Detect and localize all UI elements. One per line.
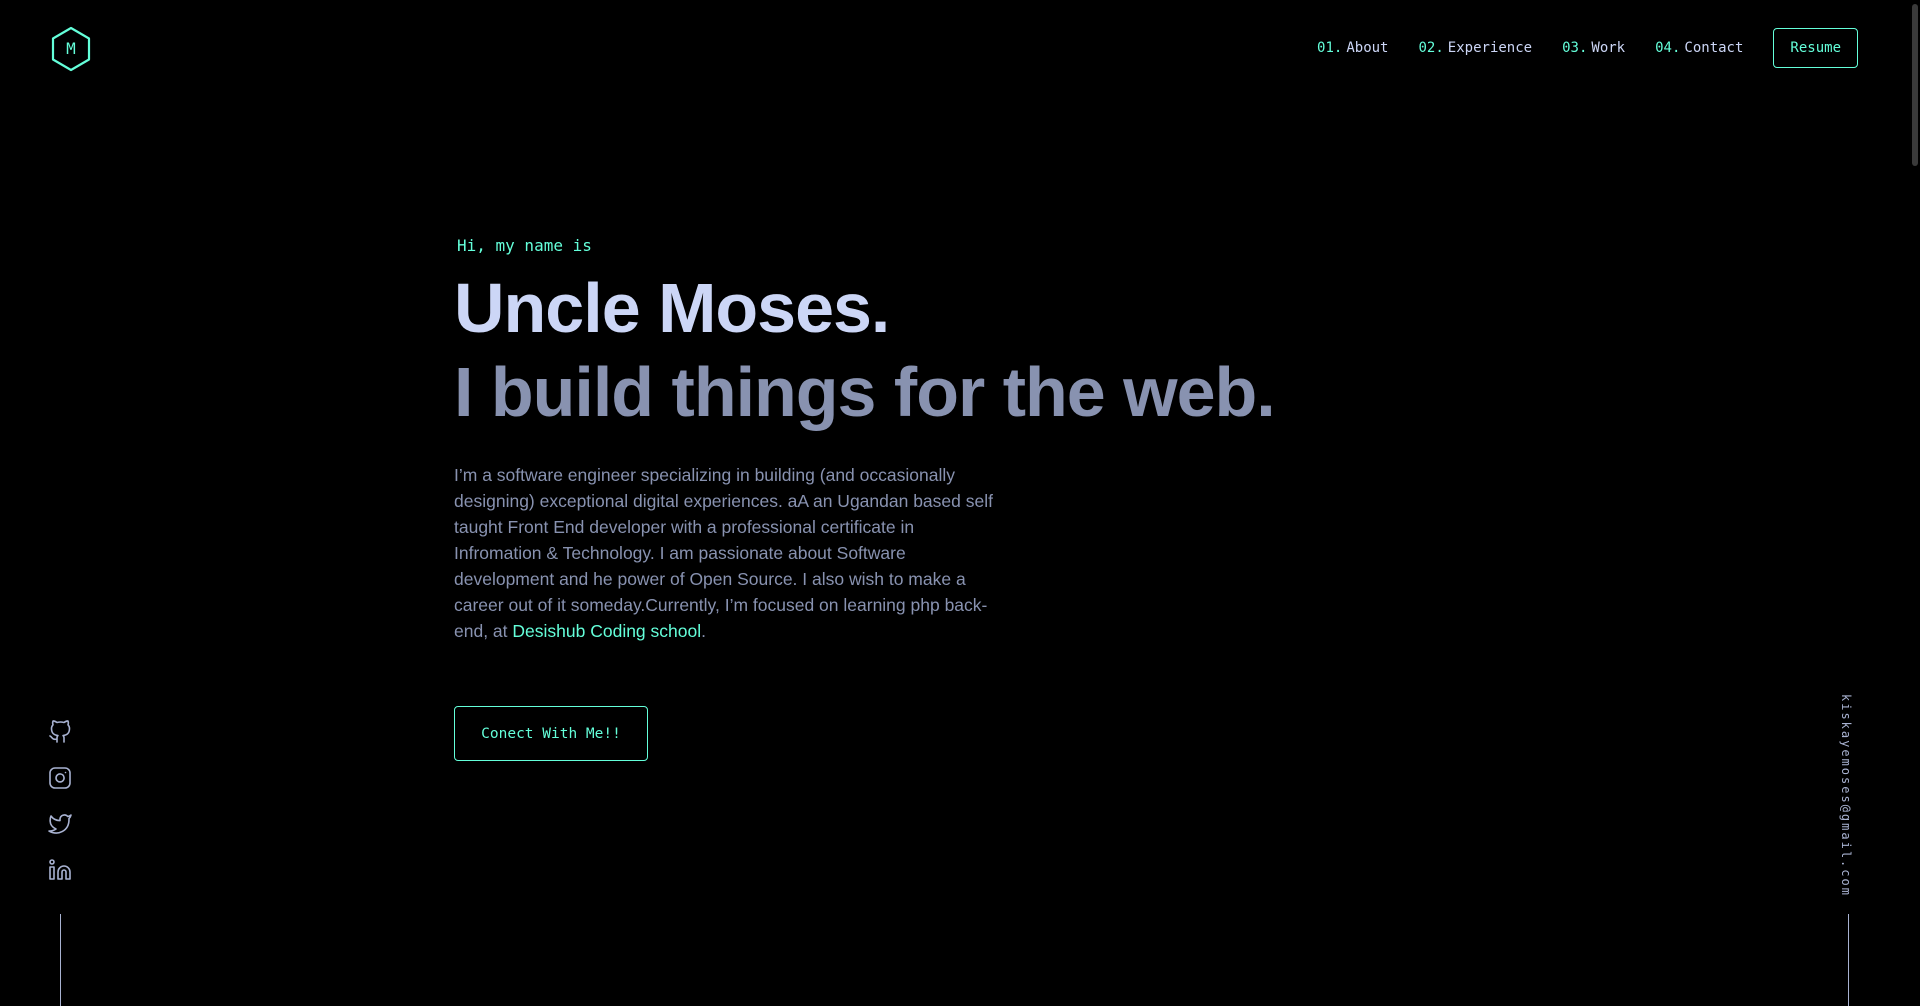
hero-tagline: I build things for the web. xyxy=(454,353,1276,431)
connect-button[interactable]: Conect With Me!! xyxy=(454,706,648,761)
scrollbar-thumb[interactable] xyxy=(1912,4,1918,166)
nav-item-number: 04. xyxy=(1655,40,1681,56)
hero-name: Uncle Moses. xyxy=(454,269,890,347)
nav-item-number: 01. xyxy=(1317,40,1343,56)
scrollbar-track[interactable] xyxy=(1910,0,1920,1006)
left-vertical-line xyxy=(60,914,61,1006)
nav-item-experience[interactable]: 02. Experience xyxy=(1419,40,1533,56)
twitter-icon[interactable] xyxy=(48,812,72,836)
nav-item-label: Contact xyxy=(1684,40,1744,56)
hero-bio: I’m a software engineer specializing in … xyxy=(454,462,999,644)
hero-section: Hi, my name is Uncle Moses. I build thin… xyxy=(454,236,1354,662)
right-vertical-line xyxy=(1848,914,1849,1006)
hero-greeting: Hi, my name is xyxy=(457,236,592,255)
github-icon[interactable] xyxy=(48,720,72,744)
nav-item-number: 03. xyxy=(1562,40,1588,56)
nav-item-contact[interactable]: 04. Contact xyxy=(1655,40,1743,56)
hero-bio-end: . xyxy=(701,621,706,641)
school-link[interactable]: Desishub Coding school xyxy=(512,621,701,641)
resume-button[interactable]: Resume xyxy=(1773,28,1858,68)
email-link[interactable]: kiskayemoses@gmail.com xyxy=(1839,694,1853,897)
logo-letter: M xyxy=(66,39,76,58)
social-links xyxy=(48,720,72,904)
nav-item-label: Work xyxy=(1591,40,1626,56)
nav-item-about[interactable]: 01. About xyxy=(1317,40,1388,56)
nav-item-label: Experience xyxy=(1447,40,1533,56)
nav-item-number: 02. xyxy=(1418,40,1444,56)
top-nav: 01. About 02. Experience 03. Work 04. Co… xyxy=(1287,28,1858,68)
nav-item-label: About xyxy=(1346,40,1389,56)
logo[interactable]: M xyxy=(50,26,92,72)
hero-bio-text: I’m a software engineer specializing in … xyxy=(454,465,993,641)
linkedin-icon[interactable] xyxy=(48,858,72,882)
nav-item-work[interactable]: 03. Work xyxy=(1562,40,1625,56)
instagram-icon[interactable] xyxy=(48,766,72,790)
